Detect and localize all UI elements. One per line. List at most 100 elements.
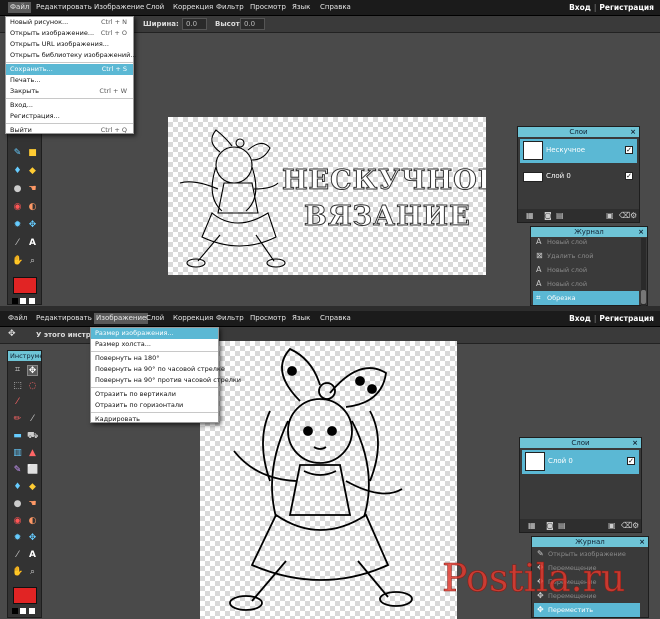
drop-icon[interactable]: ♦ — [12, 482, 23, 493]
menu-help[interactable]: Справка — [320, 3, 351, 11]
menu-language[interactable]: Язык — [292, 3, 310, 11]
image-menu-item[interactable]: Размер холста... — [91, 339, 218, 350]
primary-color-swatch[interactable] — [13, 277, 37, 294]
file-menu-item[interactable]: Вход... — [6, 100, 133, 111]
close-icon[interactable]: × — [639, 537, 645, 547]
clone-icon[interactable]: ▲ — [27, 448, 38, 459]
zoom-icon[interactable]: ⌕ — [27, 256, 38, 267]
swap-colors-icon[interactable] — [20, 608, 26, 614]
menu-filter[interactable]: Фильтр — [216, 3, 244, 11]
lasso-icon[interactable]: ◌ — [27, 381, 38, 392]
history-item[interactable]: ⊠ Удалить слой — [533, 249, 639, 263]
menu-layer[interactable]: Слой — [146, 314, 164, 322]
close-icon[interactable]: × — [630, 127, 636, 137]
marquee-icon[interactable]: ⬚ — [12, 381, 23, 392]
close-icon[interactable]: × — [632, 438, 638, 448]
layer-styles-icon[interactable]: ▤ — [558, 521, 566, 530]
image-menu-item[interactable]: Повернуть на 180° — [91, 353, 218, 364]
width-input[interactable]: 0.0 — [182, 18, 207, 30]
lock-layer-icon[interactable]: ▦ — [528, 521, 536, 530]
secondary-color-swatch[interactable] — [29, 608, 35, 614]
menu-view[interactable]: Просмотр — [250, 314, 286, 322]
menu-file[interactable]: Файл — [8, 314, 27, 322]
default-colors-icon[interactable] — [12, 298, 18, 304]
bucket-icon[interactable]: ⛟ — [27, 431, 38, 442]
file-menu-item[interactable]: Открыть изображение... Ctrl + O — [6, 28, 133, 39]
spot-heal-icon[interactable]: ◐ — [27, 516, 38, 527]
eraser-icon[interactable]: ▬ — [12, 431, 23, 442]
layer-visibility-checkbox[interactable]: ✓ — [625, 146, 633, 154]
history-item[interactable]: A Новый слой — [533, 263, 639, 277]
image-menu-item-image-size[interactable]: Размер изображения... — [91, 328, 218, 339]
register-link[interactable]: Регистрация — [599, 314, 654, 323]
menu-view[interactable]: Просмотр — [250, 3, 286, 11]
spot-heal-icon[interactable]: ◐ — [27, 202, 38, 213]
login-link[interactable]: Вход — [569, 314, 591, 323]
file-menu-item[interactable]: Выйти Ctrl + Q — [6, 125, 133, 136]
close-icon[interactable]: × — [638, 227, 644, 237]
swap-colors-icon[interactable] — [20, 298, 26, 304]
history-scrollbar[interactable] — [641, 238, 646, 306]
pinch-icon[interactable]: ✥ — [27, 220, 38, 231]
new-layer-icon[interactable]: ▣ — [606, 211, 614, 220]
menu-language[interactable]: Язык — [292, 314, 310, 322]
secondary-color-swatch[interactable] — [29, 298, 35, 304]
pinch-icon[interactable]: ✥ — [27, 533, 38, 544]
settings-icon[interactable]: ⚙ — [632, 521, 639, 530]
file-menu-item[interactable]: Закрыть Ctrl + W — [6, 86, 133, 97]
menu-edit[interactable]: Редактировать — [36, 314, 92, 322]
file-menu-item[interactable]: Открыть библиотеку изображений... — [6, 50, 137, 61]
menu-edit[interactable]: Редактировать — [36, 3, 92, 11]
layer-visibility-checkbox[interactable]: ✓ — [625, 172, 633, 180]
trash-icon[interactable]: ⌫ — [621, 521, 632, 530]
gradient-icon[interactable]: ▥ — [12, 448, 23, 459]
file-menu-item[interactable]: Открыть URL изображения... — [6, 39, 133, 50]
redeye-icon[interactable]: ◉ — [12, 516, 23, 527]
layer-mask-icon[interactable]: ◙ — [544, 211, 552, 220]
layer-mask-icon[interactable]: ◙ — [546, 521, 554, 530]
bloat-icon[interactable]: ✹ — [12, 533, 23, 544]
layer-visibility-checkbox[interactable]: ✓ — [627, 457, 635, 465]
settings-icon[interactable]: ⚙ — [630, 211, 637, 220]
redeye-icon[interactable]: ◉ — [12, 202, 23, 213]
picker-icon[interactable]: ⁄ — [12, 238, 23, 249]
file-menu-item[interactable]: Печать... — [6, 75, 133, 86]
file-menu-item-save[interactable]: Сохранить... Ctrl + S — [6, 64, 133, 75]
sponge-icon[interactable]: ◆ — [27, 482, 38, 493]
crop-icon[interactable]: ⌗ — [12, 365, 23, 376]
image-menu-item[interactable]: Повернуть на 90° по часовой стрелке — [91, 364, 225, 375]
text-tool-icon[interactable]: A — [27, 238, 38, 249]
menu-layer[interactable]: Слой — [146, 3, 164, 11]
picker-icon[interactable]: ⁄ — [12, 550, 23, 561]
hand-icon[interactable]: ✋ — [12, 567, 23, 578]
move-icon[interactable]: ✥ — [27, 365, 38, 376]
burn-icon[interactable]: ● — [12, 499, 23, 510]
pencil-icon[interactable]: ✏ — [12, 414, 23, 425]
image-canvas[interactable]: НЕСКУЧНОЕ ВЯЗАНИЕ — [168, 117, 486, 275]
history-item-selected[interactable]: ✥ Переместить — [534, 603, 640, 617]
bloat-icon[interactable]: ✹ — [12, 220, 23, 231]
menu-filter[interactable]: Фильтр — [216, 314, 244, 322]
layer-row[interactable]: Слой 0 ✓ — [522, 450, 639, 474]
register-link[interactable]: Регистрация — [599, 3, 654, 12]
zoom-icon[interactable]: ⌕ — [27, 567, 38, 578]
menu-help[interactable]: Справка — [320, 314, 351, 322]
layer-row[interactable]: Нескучное ✓ — [520, 139, 637, 163]
image-menu-item[interactable]: Повернуть на 90° против часовой стрелки — [91, 375, 241, 386]
history-item[interactable]: A Новый слой — [533, 235, 639, 249]
menu-correction[interactable]: Коррекция — [173, 314, 213, 322]
burn-icon[interactable]: ● — [12, 184, 23, 195]
finger-icon[interactable]: ☚ — [27, 499, 38, 510]
history-item-selected[interactable]: ⌗ Обрезка — [533, 291, 639, 305]
wand-icon[interactable]: ⁄ — [12, 397, 23, 408]
sponge-icon[interactable]: ◆ — [27, 166, 38, 177]
menu-image[interactable]: Изображение — [94, 3, 144, 11]
file-menu-item[interactable]: Регистрация... — [6, 111, 133, 122]
file-menu-item[interactable]: Новый рисунок... Ctrl + N — [6, 17, 133, 28]
history-item[interactable]: A Новый слой — [533, 277, 639, 291]
menu-file[interactable]: Файл — [8, 2, 32, 13]
lock-layer-icon[interactable]: ▦ — [526, 211, 534, 220]
layer-row[interactable]: Слой 0 ✓ — [520, 165, 637, 189]
brush-icon[interactable]: ✎ — [12, 148, 23, 159]
new-layer-icon[interactable]: ▣ — [608, 521, 616, 530]
